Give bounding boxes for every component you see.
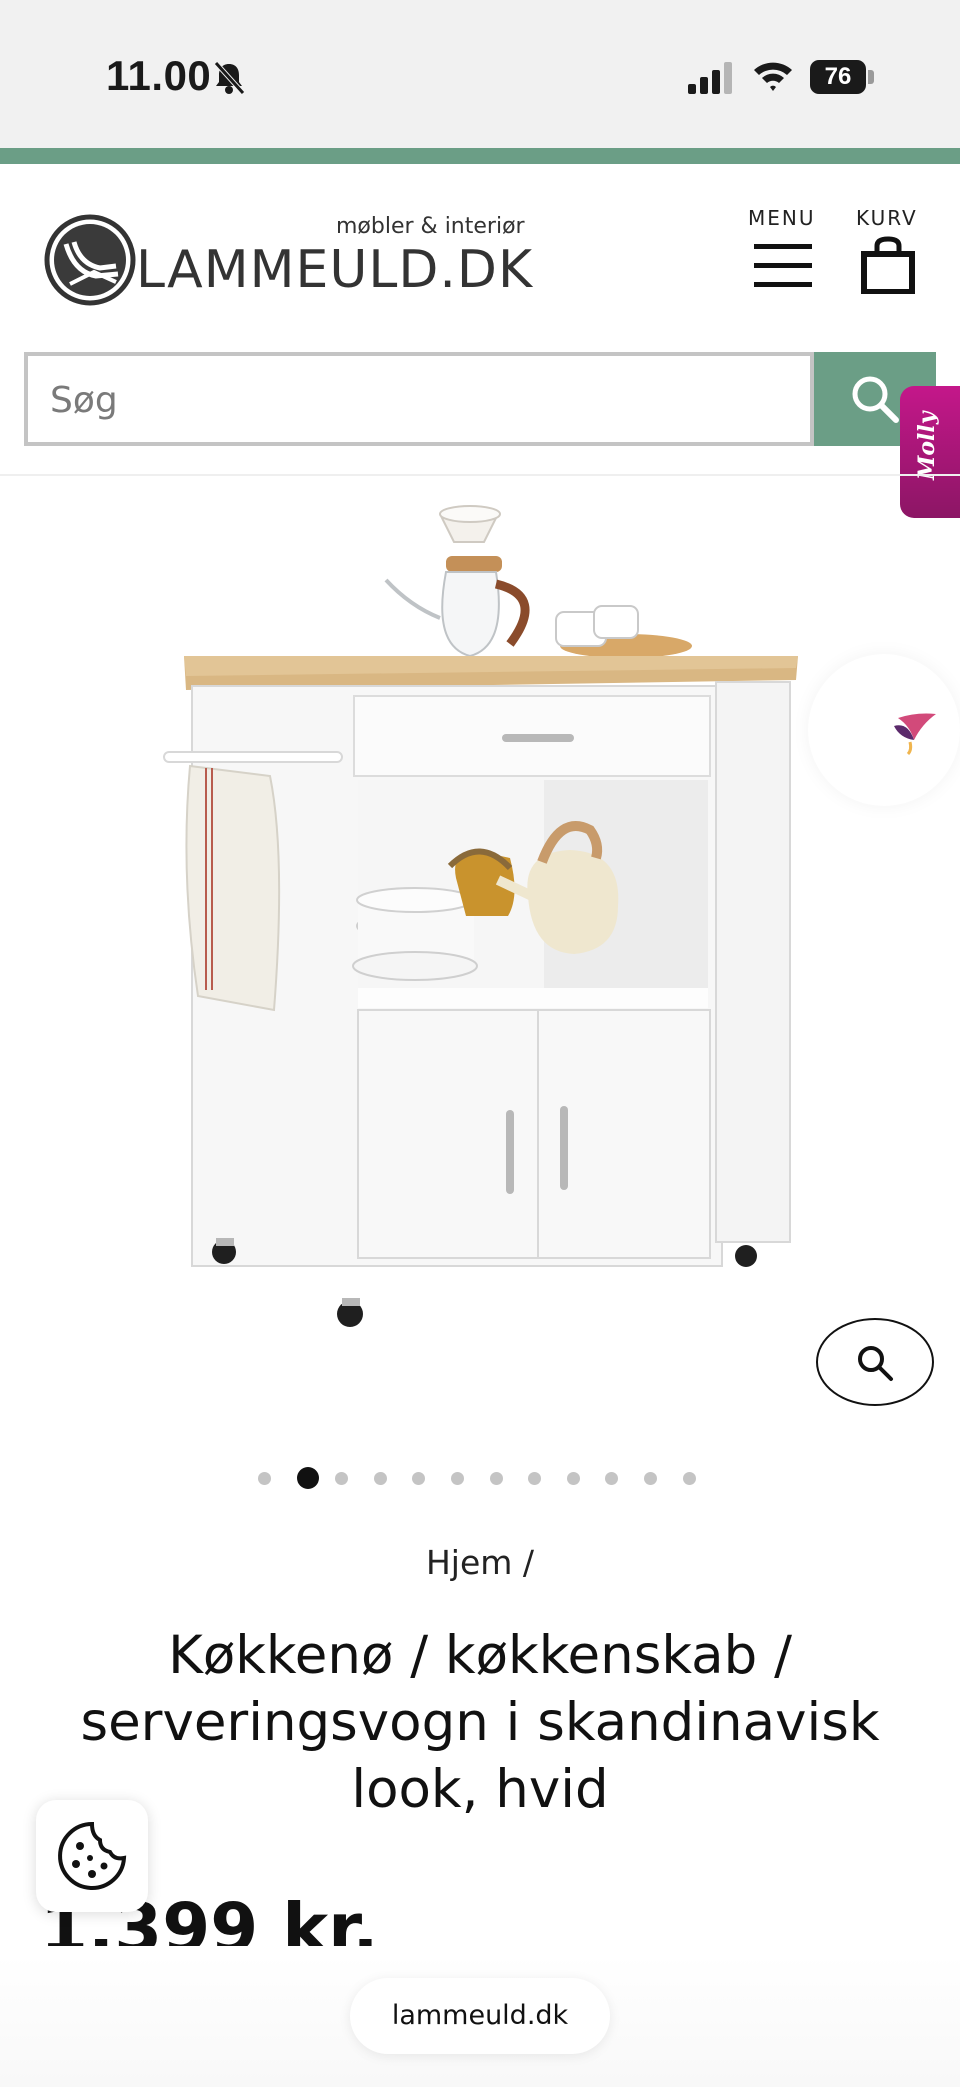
battery-icon: 76	[810, 60, 866, 94]
breadcrumb[interactable]: Hjem /	[0, 1543, 960, 1582]
gallery-dot[interactable]	[528, 1472, 542, 1485]
status-bar: 11.00 76	[0, 0, 960, 148]
battery-cap	[868, 70, 874, 84]
accent-strip	[0, 148, 960, 164]
gallery-dot[interactable]	[412, 1472, 426, 1485]
logo-tagline: møbler & interiør	[336, 214, 525, 239]
header-divider	[0, 474, 960, 476]
gallery-dot[interactable]	[296, 1467, 319, 1489]
search-icon	[852, 376, 899, 423]
gallery-dot[interactable]	[451, 1472, 464, 1485]
signal-icon	[688, 62, 732, 94]
gallery-dot[interactable]	[489, 1472, 503, 1485]
search-input[interactable]	[48, 356, 792, 444]
url-bar[interactable]: lammeuld.dk	[350, 1978, 610, 2054]
gallery-dot[interactable]	[605, 1472, 619, 1485]
product-image[interactable]	[150, 496, 810, 1346]
cookie-icon	[58, 1821, 127, 1890]
bell-slash-icon	[214, 61, 245, 95]
hamburger-menu-icon[interactable]	[752, 240, 814, 292]
zoom-button[interactable]	[816, 1318, 934, 1406]
wifi-icon	[754, 62, 792, 91]
logo-chair-icon[interactable]	[44, 214, 136, 306]
molly-label: Molly	[914, 411, 940, 480]
status-time: 11.00	[106, 52, 212, 99]
molly-chat-tab[interactable]: Molly	[900, 386, 960, 518]
gallery-dot[interactable]	[335, 1472, 349, 1485]
gallery-dot[interactable]	[644, 1472, 657, 1485]
menu-label[interactable]: MENU	[748, 206, 816, 230]
zoom-search-icon	[858, 1346, 893, 1381]
product-title: Køkkenø / køkkenskab / serveringsvogn i …	[80, 1625, 880, 1820]
gallery-dot[interactable]	[373, 1472, 387, 1485]
cookie-settings-button[interactable]	[36, 1800, 148, 1912]
shopping-bag-icon[interactable]	[860, 236, 916, 294]
logo-text[interactable]: LAMMEULD.DK	[136, 240, 533, 300]
cart-label[interactable]: KURV	[856, 206, 918, 230]
gallery-dot[interactable]	[258, 1472, 271, 1485]
bird-icon[interactable]	[886, 700, 942, 756]
gallery-dot[interactable]	[682, 1472, 696, 1485]
gallery-dot[interactable]	[566, 1472, 580, 1485]
search-box	[24, 352, 814, 446]
